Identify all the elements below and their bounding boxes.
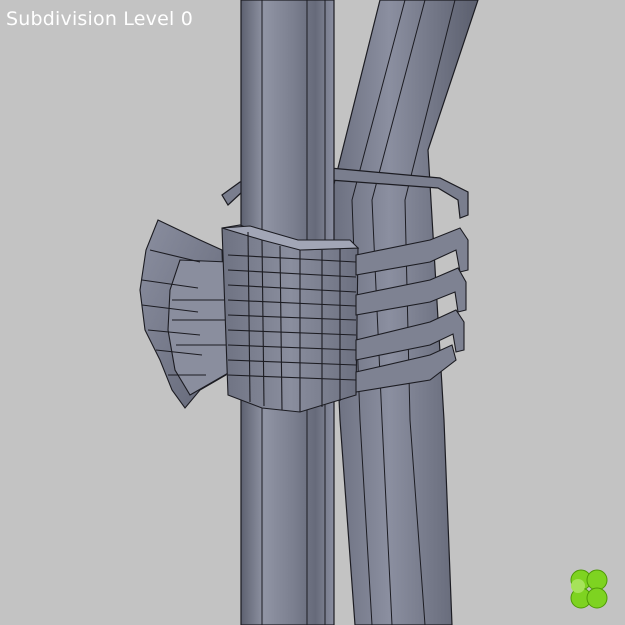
clamp-wing[interactable] [139, 219, 231, 409]
mesh-scene[interactable] [0, 0, 625, 625]
clover-logo-icon [570, 569, 608, 609]
3d-viewport[interactable]: Subdivision Level 0 [0, 0, 625, 625]
clamp-bracket[interactable] [221, 224, 360, 413]
viewport-subdivision-label: Subdivision Level 0 [6, 8, 193, 30]
